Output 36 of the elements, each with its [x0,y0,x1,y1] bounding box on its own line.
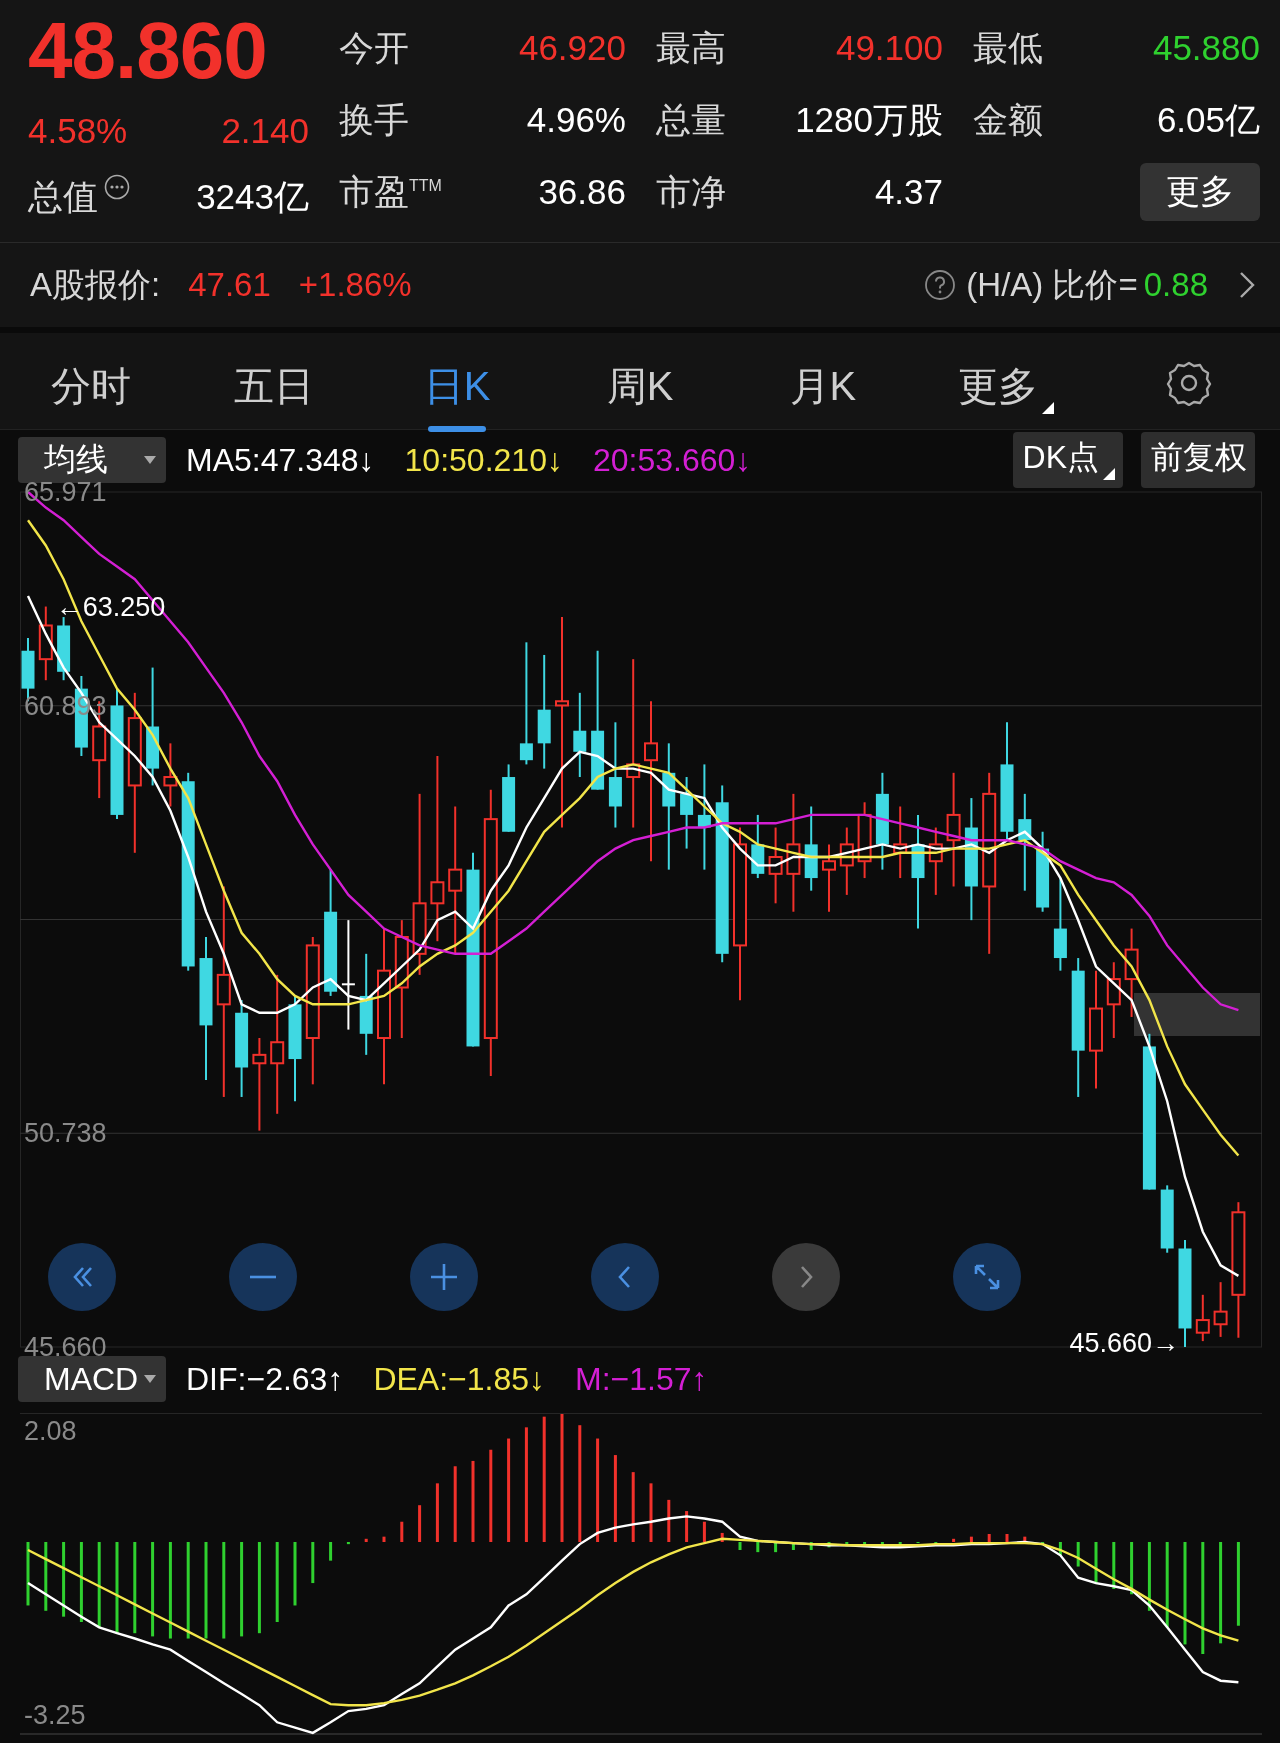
stat-label: 换手 [339,98,409,141]
stat-label: 总值 [28,175,98,218]
change-amount: 2.140 [221,111,309,151]
stat-value: 45.880 [1152,28,1260,68]
indicator-reading: DEA:−1.85↓ [373,1360,546,1398]
indicator-reading: 20:53.660↓ [592,441,752,479]
axis-label: 2.08 [24,1416,77,1447]
axis-label: 50.738 [24,1118,107,1149]
stat-value: 1280万股 [795,98,943,141]
ratio-value: 0.88 [1143,266,1208,304]
stat-label: 今开 [339,26,409,69]
stat-label: 最高 [656,26,726,69]
stat-label: 金额 [973,98,1043,141]
stat-value: 4.96% [526,100,626,140]
a-share-change: +1.86% [298,266,412,304]
indicator-reading: M:−1.57↑ [575,1360,708,1398]
stat-value: 49.100 [835,28,943,68]
stat-value: 6.05亿 [1156,98,1260,141]
stat-label: 市盈$^{TTM}$ [339,170,442,213]
stat-label: 总量 [656,98,726,141]
indicator-reading: MA5:47.348↓ [186,441,375,479]
stat-label: 市净 [656,170,726,213]
a-share-label: A股报价: [30,264,161,305]
indicator-reading: 10:50.210↓ [404,441,563,479]
a-share-price: 47.61 [188,266,271,304]
min-price-label: 45.660→ [1069,1328,1179,1358]
change-percent: 4.58% [28,111,128,151]
last-price: 48.860 [28,12,268,97]
indicator-reading: DIF:−2.63↑ [186,1360,344,1398]
stat-value: 36.86 [538,172,626,212]
ratio-label: (H/A) 比价= [966,264,1138,305]
stat-label: 最低 [973,26,1043,69]
stat-value: 3243亿 [196,175,309,218]
stat-value: 4.37 [874,172,943,212]
stat-value: 46.920 [518,28,626,68]
axis-label: -3.25 [24,1700,86,1731]
